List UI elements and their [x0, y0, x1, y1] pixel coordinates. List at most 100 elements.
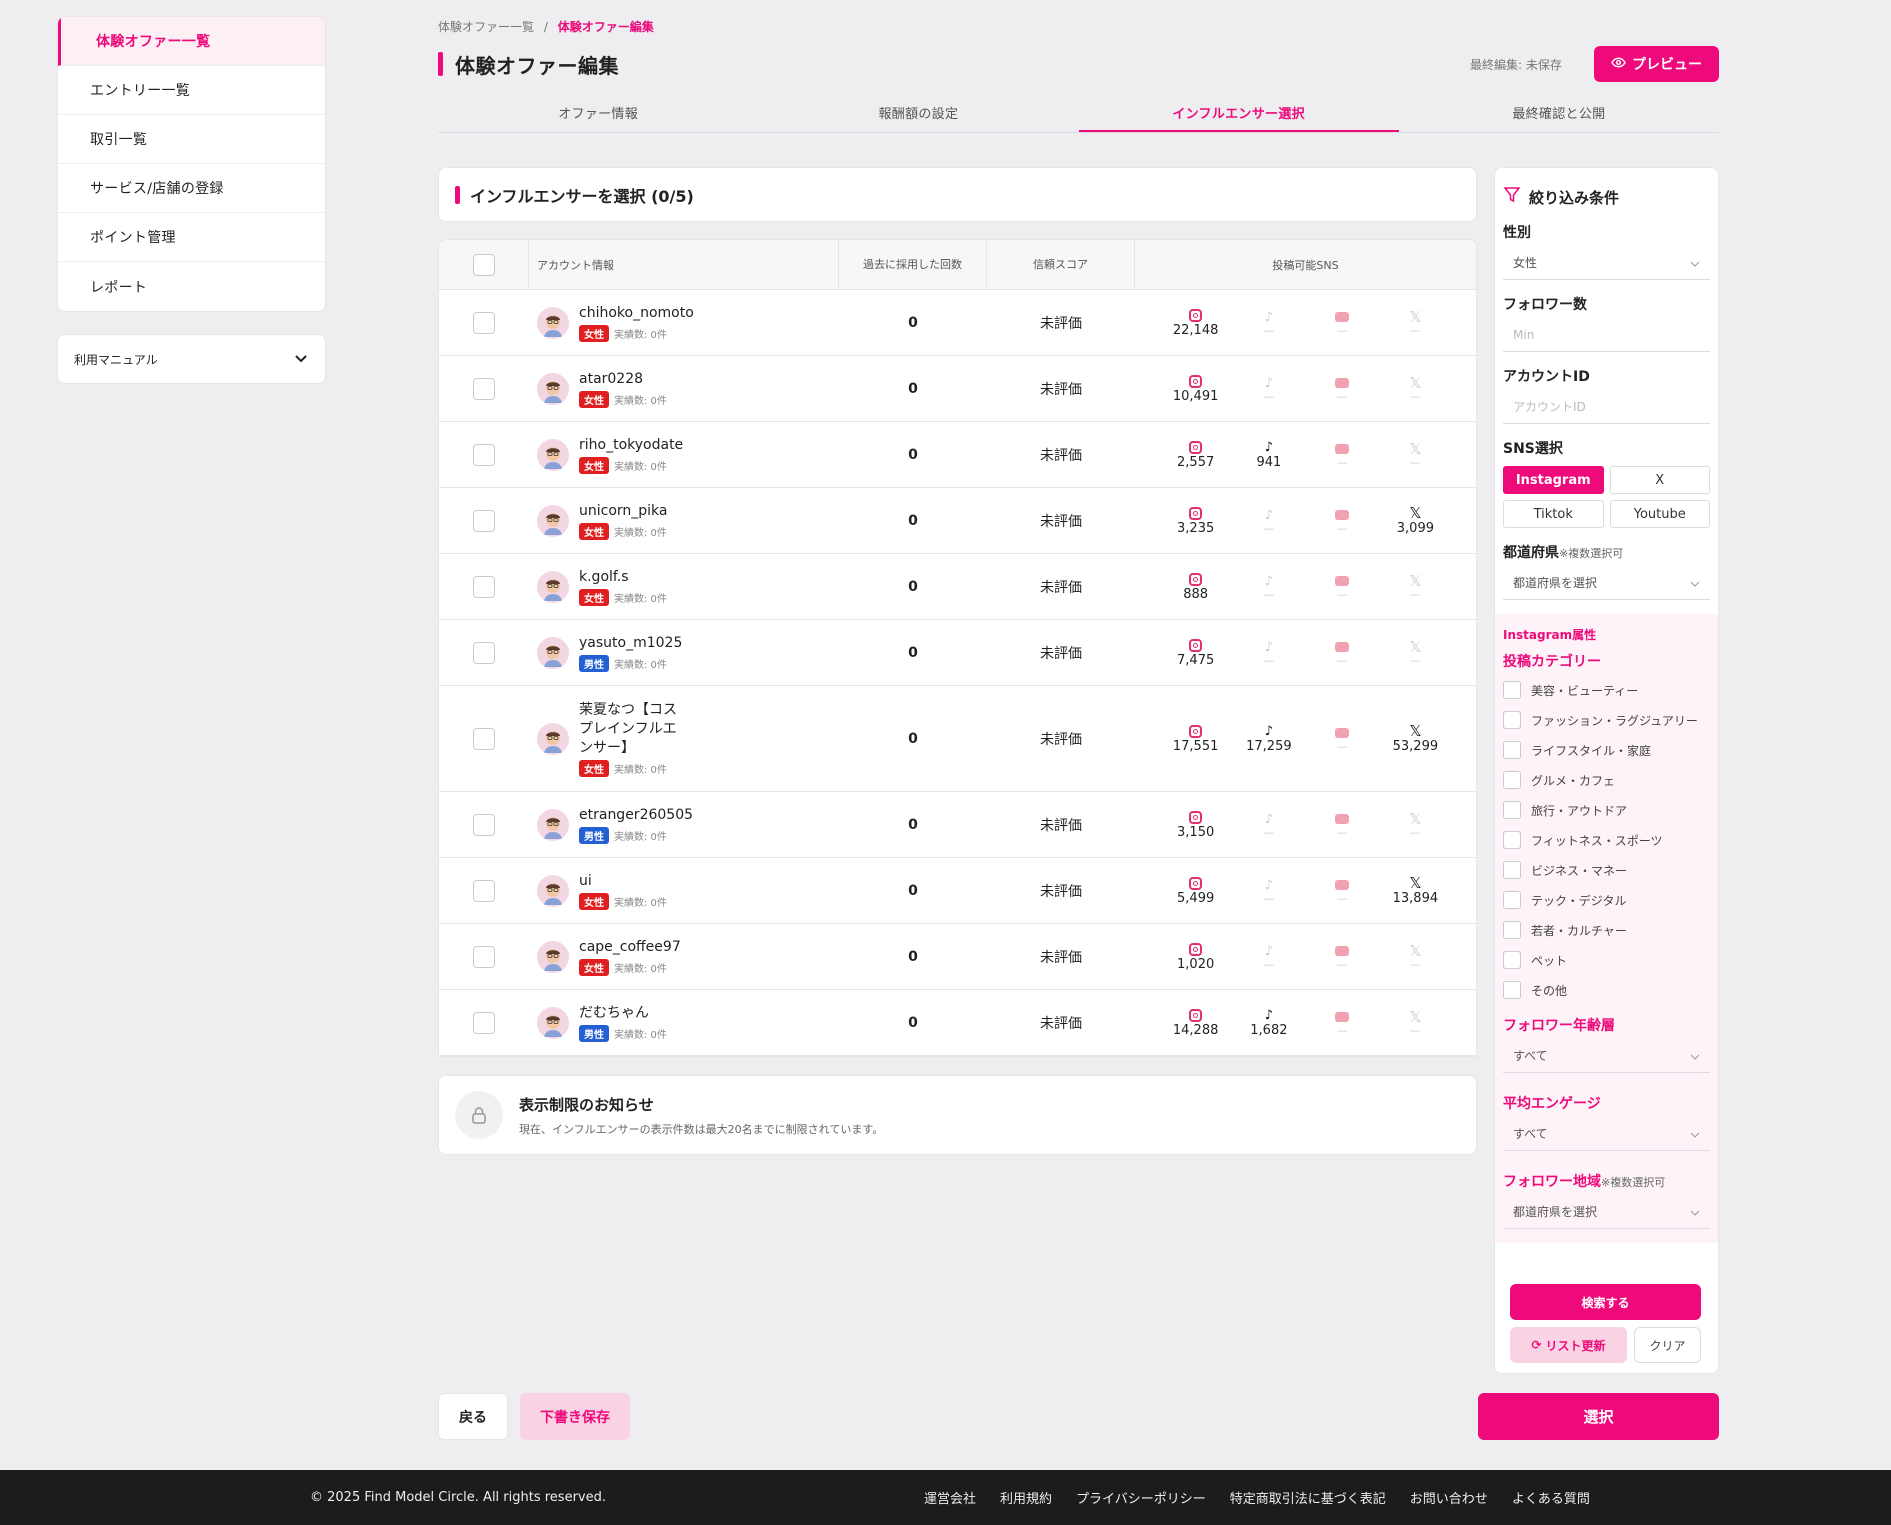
- account-name[interactable]: chihoko_nomoto: [579, 304, 694, 323]
- preview-button[interactable]: プレビュー: [1594, 46, 1719, 82]
- account-name[interactable]: k.golf.s: [579, 568, 667, 587]
- category-checkbox[interactable]: [1503, 681, 1521, 699]
- footer-link-contact[interactable]: お問い合わせ: [1410, 1488, 1488, 1507]
- category-checkbox-row[interactable]: ファッション・ラグジュアリー: [1503, 705, 1710, 735]
- category-checkbox[interactable]: [1503, 981, 1521, 999]
- row-checkbox[interactable]: [473, 509, 495, 532]
- sidebar-item-offers[interactable]: 体験オファー一覧: [58, 17, 325, 66]
- category-checkbox[interactable]: [1503, 861, 1521, 879]
- category-checkbox[interactable]: [1503, 951, 1521, 969]
- category-checkbox[interactable]: [1503, 711, 1521, 729]
- table-row[interactable]: ui 女性 実績数: 0件 0 未評価 5,499 ♪ — — 𝕏 13,894: [439, 858, 1476, 924]
- row-checkbox[interactable]: [473, 727, 495, 750]
- category-checkbox-row[interactable]: 美容・ビューティー: [1503, 675, 1710, 705]
- sns-tiktok-button[interactable]: Tiktok: [1503, 500, 1604, 528]
- row-checkbox[interactable]: [473, 575, 495, 598]
- row-checkbox[interactable]: [473, 1011, 495, 1034]
- row-checkbox[interactable]: [473, 813, 495, 836]
- table-row[interactable]: riho_tokyodate 女性 実績数: 0件 0 未評価 2,557 ♪ …: [439, 422, 1476, 488]
- category-checkbox-row[interactable]: グルメ・カフェ: [1503, 765, 1710, 795]
- category-checkbox[interactable]: [1503, 831, 1521, 849]
- category-checkbox-row[interactable]: フィットネス・スポーツ: [1503, 825, 1710, 855]
- sidebar-item-points[interactable]: ポイント管理: [58, 213, 325, 262]
- footer-link-tokusho[interactable]: 特定商取引法に基づく表記: [1230, 1488, 1386, 1507]
- category-checkbox-row[interactable]: テック・デジタル: [1503, 885, 1710, 915]
- account-name[interactable]: yasuto_m1025: [579, 634, 682, 653]
- gender-select[interactable]: 女性: [1503, 246, 1710, 280]
- age-select[interactable]: すべて: [1503, 1039, 1710, 1073]
- select-button[interactable]: 選択: [1478, 1393, 1719, 1440]
- chevron-down-icon: [1690, 1049, 1700, 1063]
- tab-confirm-publish[interactable]: 最終確認と公開: [1399, 95, 1719, 132]
- manual-dropdown[interactable]: 利用マニュアル: [57, 334, 326, 384]
- account-name[interactable]: だむちゃん: [579, 1004, 667, 1023]
- sidebar-item-reports[interactable]: レポート: [58, 262, 325, 311]
- row-checkbox[interactable]: [473, 311, 495, 334]
- tab-influencer-select[interactable]: インフルエンサー選択: [1078, 95, 1399, 132]
- table-row[interactable]: unicorn_pika 女性 実績数: 0件 0 未評価 3,235 ♪ — …: [439, 488, 1476, 554]
- footer-link-terms[interactable]: 利用規約: [1000, 1488, 1052, 1507]
- sidebar-item-transactions[interactable]: 取引一覧: [58, 115, 325, 164]
- sns-instagram-button[interactable]: Instagram: [1503, 466, 1604, 494]
- category-checkbox-row[interactable]: その他: [1503, 975, 1710, 1005]
- account-name[interactable]: cape_coffee97: [579, 938, 681, 957]
- category-checkbox-row[interactable]: 旅行・アウトドア: [1503, 795, 1710, 825]
- account-id-input[interactable]: アカウントID: [1503, 390, 1710, 424]
- table-row[interactable]: yasuto_m1025 男性 実績数: 0件 0 未評価 7,475 ♪ — …: [439, 620, 1476, 686]
- search-button[interactable]: 検索する: [1510, 1284, 1701, 1320]
- row-checkbox[interactable]: [473, 945, 495, 968]
- row-checkbox[interactable]: [473, 879, 495, 902]
- prefecture-select[interactable]: 都道府県を選択: [1503, 566, 1710, 600]
- region-select[interactable]: 都道府県を選択: [1503, 1195, 1710, 1229]
- category-checkbox-row[interactable]: ライフスタイル・家庭: [1503, 735, 1710, 765]
- account-name[interactable]: 茉夏なつ【コスプレインフルエンサー】: [579, 701, 689, 758]
- table-row[interactable]: k.golf.s 女性 実績数: 0件 0 未評価 888 ♪ — — 𝕏 —: [439, 554, 1476, 620]
- save-draft-button[interactable]: 下書き保存: [520, 1393, 630, 1440]
- table-row[interactable]: だむちゃん 男性 実績数: 0件 0 未評価 14,288 ♪ 1,682 — …: [439, 990, 1476, 1056]
- category-checkbox-row[interactable]: 若者・カルチャー: [1503, 915, 1710, 945]
- table-row[interactable]: chihoko_nomoto 女性 実績数: 0件 0 未評価 22,148 ♪…: [439, 290, 1476, 356]
- footer-link-faq[interactable]: よくある質問: [1512, 1488, 1590, 1507]
- sns-youtube-button[interactable]: Youtube: [1609, 500, 1710, 528]
- category-checkbox-row[interactable]: ペット: [1503, 945, 1710, 975]
- breadcrumb-parent[interactable]: 体験オファー一覧: [438, 20, 534, 34]
- select-all-checkbox[interactable]: [472, 254, 495, 276]
- table-row[interactable]: atar0228 女性 実績数: 0件 0 未評価 10,491 ♪ — — 𝕏…: [439, 356, 1476, 422]
- category-checkbox[interactable]: [1503, 741, 1521, 759]
- category-checkbox[interactable]: [1503, 801, 1521, 819]
- gender-badge: 女性: [579, 324, 609, 342]
- table-row[interactable]: etranger260505 男性 実績数: 0件 0 未評価 3,150 ♪ …: [439, 792, 1476, 858]
- back-button[interactable]: 戻る: [438, 1393, 508, 1440]
- tab-offer-info[interactable]: オファー情報: [438, 95, 758, 132]
- engagement-select[interactable]: すべて: [1503, 1117, 1710, 1151]
- account-name[interactable]: etranger260505: [579, 806, 693, 825]
- sns-tiktok-cell: ♪ —: [1239, 573, 1299, 601]
- account-name[interactable]: unicorn_pika: [579, 502, 668, 521]
- clear-button[interactable]: クリア: [1634, 1327, 1701, 1363]
- row-checkbox[interactable]: [473, 641, 495, 664]
- youtube-icon: [1335, 507, 1350, 523]
- category-checkbox[interactable]: [1503, 771, 1521, 789]
- followers-min-input[interactable]: Min: [1503, 318, 1710, 352]
- refresh-list-button[interactable]: ⟳ リスト更新: [1510, 1327, 1627, 1363]
- tiktok-icon: ♪: [1264, 723, 1274, 739]
- table-row[interactable]: 茉夏なつ【コスプレインフルエンサー】 女性 実績数: 0件 0 未評価 17,5…: [439, 686, 1476, 792]
- footer-link-privacy[interactable]: プライバシーポリシー: [1076, 1488, 1206, 1507]
- sidebar-item-services[interactable]: サービス/店舗の登録: [58, 164, 325, 213]
- account-name[interactable]: atar0228: [579, 370, 667, 389]
- notice-body: 現在、インフルエンサーの表示件数は最大20名までに制限されています。: [519, 1122, 884, 1136]
- account-name[interactable]: riho_tokyodate: [579, 436, 683, 455]
- record-count: 実績数: 0件: [614, 395, 667, 407]
- account-name[interactable]: ui: [579, 872, 667, 891]
- table-row[interactable]: cape_coffee97 女性 実績数: 0件 0 未評価 1,020 ♪ —…: [439, 924, 1476, 990]
- category-checkbox[interactable]: [1503, 891, 1521, 909]
- category-checkbox[interactable]: [1503, 921, 1521, 939]
- sns-x-button[interactable]: X: [1609, 466, 1710, 494]
- category-checkbox-row[interactable]: ビジネス・マネー: [1503, 855, 1710, 885]
- tab-reward[interactable]: 報酬額の設定: [758, 95, 1078, 132]
- sidebar-item-entries[interactable]: エントリー一覧: [58, 66, 325, 115]
- row-checkbox[interactable]: [473, 377, 495, 400]
- footer-link-company[interactable]: 運営会社: [924, 1488, 976, 1507]
- trust-score: 未評価: [1040, 447, 1082, 464]
- row-checkbox[interactable]: [473, 443, 495, 466]
